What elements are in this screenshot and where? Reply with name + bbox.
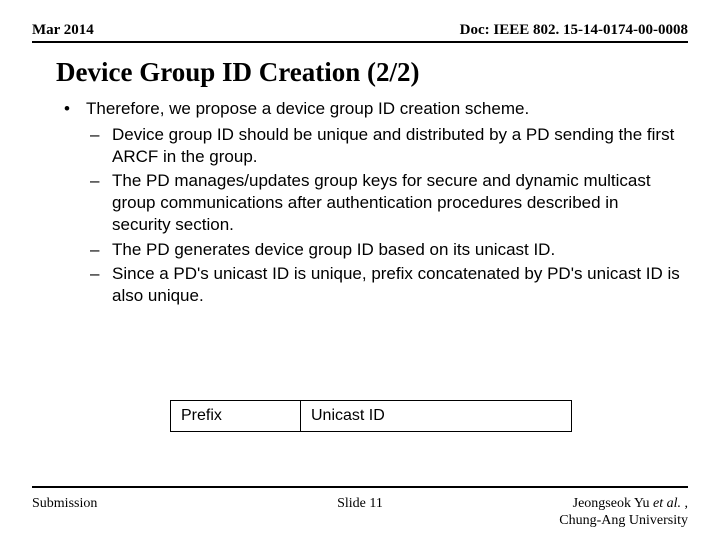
dash-icon: – [86, 239, 112, 261]
dash-icon: – [86, 124, 112, 168]
dash-icon: – [86, 170, 112, 236]
footer-center: Slide 11 [337, 496, 383, 512]
sub-text: The PD generates device group ID based o… [112, 239, 680, 261]
header: Mar 2014 Doc: IEEE 802. 15-14-0174-00-00… [0, 0, 720, 39]
sub-bullet: – Since a PD's unicast ID is unique, pre… [86, 263, 680, 307]
prefix-cell: Prefix [171, 401, 301, 431]
bullet-mark: • [56, 98, 86, 120]
sub-bullet: – The PD generates device group ID based… [86, 239, 680, 261]
author-ital: et al. [653, 496, 681, 511]
header-doc: Doc: IEEE 802. 15-14-0174-00-0008 [460, 22, 688, 39]
sub-bullet: – The PD manages/updates group keys for … [86, 170, 680, 236]
sub-text: The PD manages/updates group keys for se… [112, 170, 680, 236]
footer-left: Submission [32, 496, 97, 512]
footer-affiliation: Chung-Ang University [559, 513, 688, 530]
author-after: , [681, 496, 688, 511]
page-title: Device Group ID Creation (2/2) [0, 43, 720, 98]
author-before: Jeongseok Yu [573, 496, 653, 511]
content: • Therefore, we propose a device group I… [0, 98, 720, 307]
header-date: Mar 2014 [32, 22, 94, 39]
sub-bullets: – Device group ID should be unique and d… [56, 124, 680, 307]
footer-rule [32, 486, 688, 488]
unicast-cell: Unicast ID [301, 401, 571, 431]
sub-text: Device group ID should be unique and dis… [112, 124, 680, 168]
dash-icon: – [86, 263, 112, 307]
footer: Submission Slide 11 Jeongseok Yu et al. … [32, 496, 688, 530]
bullet-main: • Therefore, we propose a device group I… [56, 98, 680, 120]
sub-bullet: – Device group ID should be unique and d… [86, 124, 680, 168]
footer-right: Jeongseok Yu et al. , Chung-Ang Universi… [559, 496, 688, 530]
sub-text: Since a PD's unicast ID is unique, prefi… [112, 263, 680, 307]
bullet-text: Therefore, we propose a device group ID … [86, 98, 680, 120]
footer-author: Jeongseok Yu et al. , [559, 496, 688, 513]
id-structure-diagram: Prefix Unicast ID [170, 400, 572, 432]
